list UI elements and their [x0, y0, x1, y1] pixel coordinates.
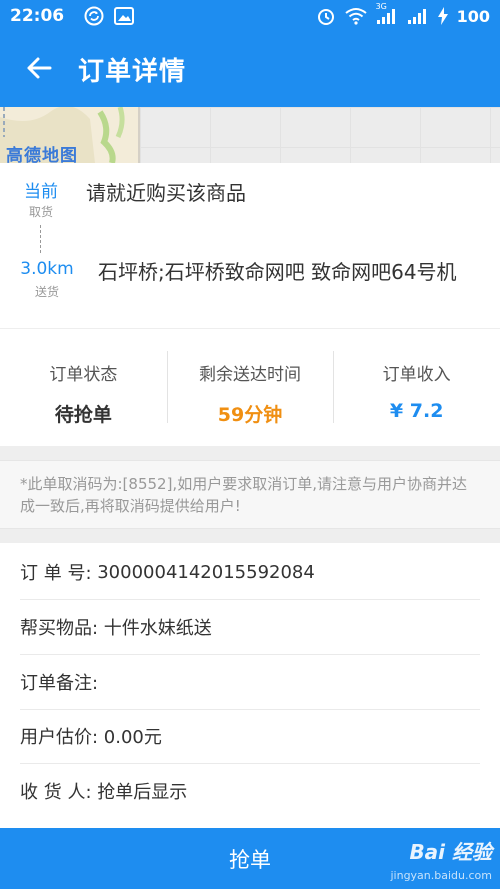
- receiver-key: 收 货 人:: [20, 781, 98, 803]
- watermark-url: jingyan.baidu.com: [390, 869, 492, 882]
- remaining-time-stat: 剩余送达时间 59分钟: [166, 329, 334, 446]
- map-provider-logo: 高德地图: [6, 146, 78, 163]
- order-status-label: 订单状态: [49, 365, 118, 385]
- remark-row: 订单备注:: [20, 655, 480, 710]
- cancel-code-notice: *此单取消码为:[8552],如用户要求取消订单,请注意与用户协商并达成一致后,…: [0, 460, 500, 529]
- back-button[interactable]: [0, 32, 78, 107]
- order-income-value: ¥ 7.2: [389, 400, 444, 422]
- arrow-left-icon: [26, 56, 52, 84]
- receiver-row: 收 货 人: 抢单后显示: [20, 763, 480, 818]
- pickup-label: 取货: [28, 205, 53, 219]
- cell-signal-icon-2: [407, 7, 429, 25]
- page-title: 订单详情: [78, 57, 187, 87]
- pickup-distance: 当前: [24, 182, 58, 202]
- address-panel: 当前 取货 3.0km 送货 请就近购买该商品 石坪桥;石坪桥致命网吧 致命网吧…: [0, 163, 500, 328]
- order-status-stat: 订单状态 待抢单: [0, 329, 167, 446]
- app-bar: 订单详情: [0, 32, 500, 107]
- battery-level: 100: [456, 6, 490, 26]
- pickup-address: 请就近购买该商品: [86, 181, 246, 205]
- network-type-label: 3G: [375, 2, 387, 11]
- remark-key: 订单备注:: [20, 673, 104, 694]
- item-value: 十件水妹纸送: [103, 618, 212, 639]
- sync-icon: [84, 6, 104, 26]
- cell-signal-icon: 3G: [376, 2, 398, 25]
- order-number-value: 3000004142015592084: [97, 561, 315, 583]
- estimated-price-key: 用户估价:: [20, 727, 104, 748]
- receiver-value: 抢单后显示: [97, 781, 188, 803]
- delivery-label: 送货: [34, 285, 59, 299]
- status-bar: 22:06 3G 100: [0, 0, 500, 32]
- order-stats: 订单状态 待抢单 剩余送达时间 59分钟 订单收入 ¥ 7.2: [0, 329, 500, 446]
- delivery-address: 石坪桥;石坪桥致命网吧 致命网吧64号机: [98, 260, 457, 284]
- charging-icon: [437, 7, 448, 25]
- image-notification-icon: [114, 7, 135, 25]
- estimated-price-row: 用户估价: 0.00元: [20, 709, 480, 764]
- item-row: 帮买物品: 十件水妹纸送: [20, 600, 480, 655]
- map-grid: [138, 107, 500, 163]
- order-income-stat: 订单收入 ¥ 7.2: [333, 329, 500, 446]
- map-view[interactable]: 高德地图: [0, 107, 500, 163]
- alarm-icon: [316, 6, 336, 26]
- watermark-logo: Bai 经验: [409, 840, 492, 864]
- order-income-label: 订单收入: [382, 365, 451, 385]
- remaining-time-value: 59分钟: [217, 404, 283, 426]
- watermark: Bai 经验 jingyan.baidu.com: [374, 836, 492, 882]
- item-key: 帮买物品:: [20, 618, 104, 639]
- order-number-key: 订 单 号:: [20, 563, 98, 584]
- delivery-distance: 3.0km: [20, 259, 74, 279]
- order-number-row: 订 单 号: 3000004142015592084: [20, 545, 480, 600]
- order-status-value: 待抢单: [54, 404, 112, 426]
- remaining-time-label: 剩余送达时间: [199, 365, 301, 385]
- estimated-price-value: 0.00元: [103, 727, 162, 748]
- wifi-icon: [344, 7, 367, 25]
- order-details: 订 单 号: 3000004142015592084 帮买物品: 十件水妹纸送 …: [0, 543, 500, 828]
- route-connector: [40, 225, 41, 253]
- status-time: 22:06: [10, 6, 65, 26]
